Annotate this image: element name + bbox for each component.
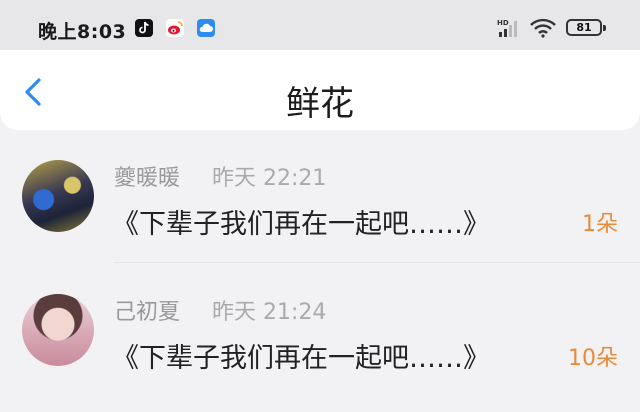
weibo-icon [166, 19, 184, 37]
battery-icon: 81 [566, 19, 606, 36]
wifi-icon [530, 18, 556, 42]
status-bar: 晚上8:03 HD 81 [0, 0, 640, 50]
page-title: 鲜花 [286, 84, 354, 124]
username[interactable]: 夔暖暖 [114, 160, 180, 192]
timestamp: 昨天 22:21 [212, 166, 327, 191]
username[interactable]: 己初夏 [114, 294, 180, 326]
cloud-icon [197, 19, 215, 37]
divider [114, 262, 640, 263]
cellular-signal-icon: HD [497, 17, 521, 43]
flower-count: 10朵 [568, 346, 618, 371]
book-title-link[interactable]: 《下辈子我们再在一起吧……》 [112, 336, 490, 375]
book-title-link[interactable]: 《下辈子我们再在一起吧……》 [112, 202, 490, 241]
nav-header: 鲜花 [0, 50, 640, 130]
network-type-label: HD [497, 19, 509, 27]
status-time: 晚上8:03 [38, 21, 127, 43]
flower-count: 1朵 [582, 212, 618, 237]
list-item[interactable]: 己初夏 昨天 21:24 《下辈子我们再在一起吧……》 10朵 [0, 274, 640, 398]
list-item[interactable]: 夔暖暖 昨天 22:21 《下辈子我们再在一起吧……》 1朵 [0, 140, 640, 264]
avatar[interactable] [22, 160, 94, 232]
timestamp: 昨天 21:24 [212, 300, 327, 325]
battery-level: 81 [576, 21, 592, 34]
avatar[interactable] [22, 294, 94, 366]
tiktok-icon [135, 19, 153, 37]
